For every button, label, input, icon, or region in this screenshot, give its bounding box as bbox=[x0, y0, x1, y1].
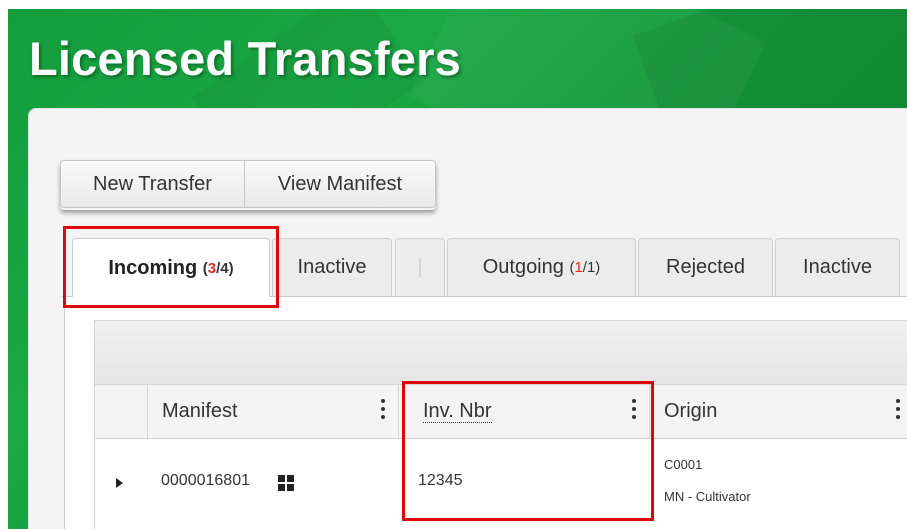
tab-rejected-label: Rejected bbox=[666, 256, 745, 278]
column-header-label: Inv. Nbr bbox=[423, 400, 492, 423]
column-header-label: Manifest bbox=[162, 400, 238, 422]
column-header-inv-nbr[interactable]: Inv. Nbr bbox=[398, 385, 649, 438]
cell-inv-nbr: 12345 bbox=[418, 472, 463, 489]
tab-incoming-inactive-label: Inactive bbox=[297, 256, 367, 278]
tab-outgoing-count-active: 1 bbox=[574, 259, 583, 276]
kebab-menu-icon[interactable] bbox=[380, 399, 386, 423]
tab-incoming[interactable]: Incoming (3/4) bbox=[72, 238, 270, 298]
page-title: Licensed Transfers bbox=[29, 32, 462, 85]
column-header-manifest[interactable]: Manifest bbox=[147, 385, 398, 438]
cell-manifest: 0000016801 bbox=[161, 472, 250, 489]
kebab-menu-icon[interactable] bbox=[895, 399, 901, 423]
column-header-label: Origin bbox=[664, 400, 718, 422]
column-header-origin[interactable]: Origin bbox=[649, 385, 907, 438]
tab-outgoing-count-total: /1) bbox=[582, 259, 601, 276]
tab-outgoing-inactive[interactable]: Inactive bbox=[775, 238, 900, 296]
tab-separator-glyph: | bbox=[417, 256, 423, 278]
tab-rejected[interactable]: Rejected bbox=[638, 238, 773, 296]
new-transfer-button[interactable]: New Transfer bbox=[60, 160, 245, 208]
grid-toolbar bbox=[95, 321, 907, 385]
screenshot-frame: Licensed Transfers New Transfer View Man… bbox=[0, 0, 907, 529]
tab-outgoing-label: Outgoing bbox=[482, 256, 564, 278]
view-manifest-button[interactable]: View Manifest bbox=[245, 160, 436, 208]
tab-incoming-count-active: 3 bbox=[207, 260, 217, 277]
tab-outgoing-inactive-label: Inactive bbox=[803, 256, 872, 278]
column-header-label-text: Inv. Nbr bbox=[423, 400, 492, 423]
cell-origin-name: MN - Cultivator bbox=[664, 489, 751, 504]
cell-origin-code: C0001 bbox=[664, 457, 703, 472]
tab-incoming-inactive[interactable]: Inactive bbox=[272, 238, 392, 296]
tab-incoming-count-total: /4) bbox=[216, 260, 234, 277]
tab-outgoing[interactable]: Outgoing (1/1) bbox=[447, 238, 636, 296]
tab-incoming-label: Incoming bbox=[108, 257, 198, 279]
tab-separator: | bbox=[395, 238, 445, 296]
toolbar-button-group: New Transfer View Manifest bbox=[60, 160, 436, 210]
caret-right-icon[interactable] bbox=[116, 478, 123, 488]
grid-view-icon[interactable] bbox=[278, 475, 294, 491]
kebab-menu-icon[interactable] bbox=[631, 399, 637, 423]
